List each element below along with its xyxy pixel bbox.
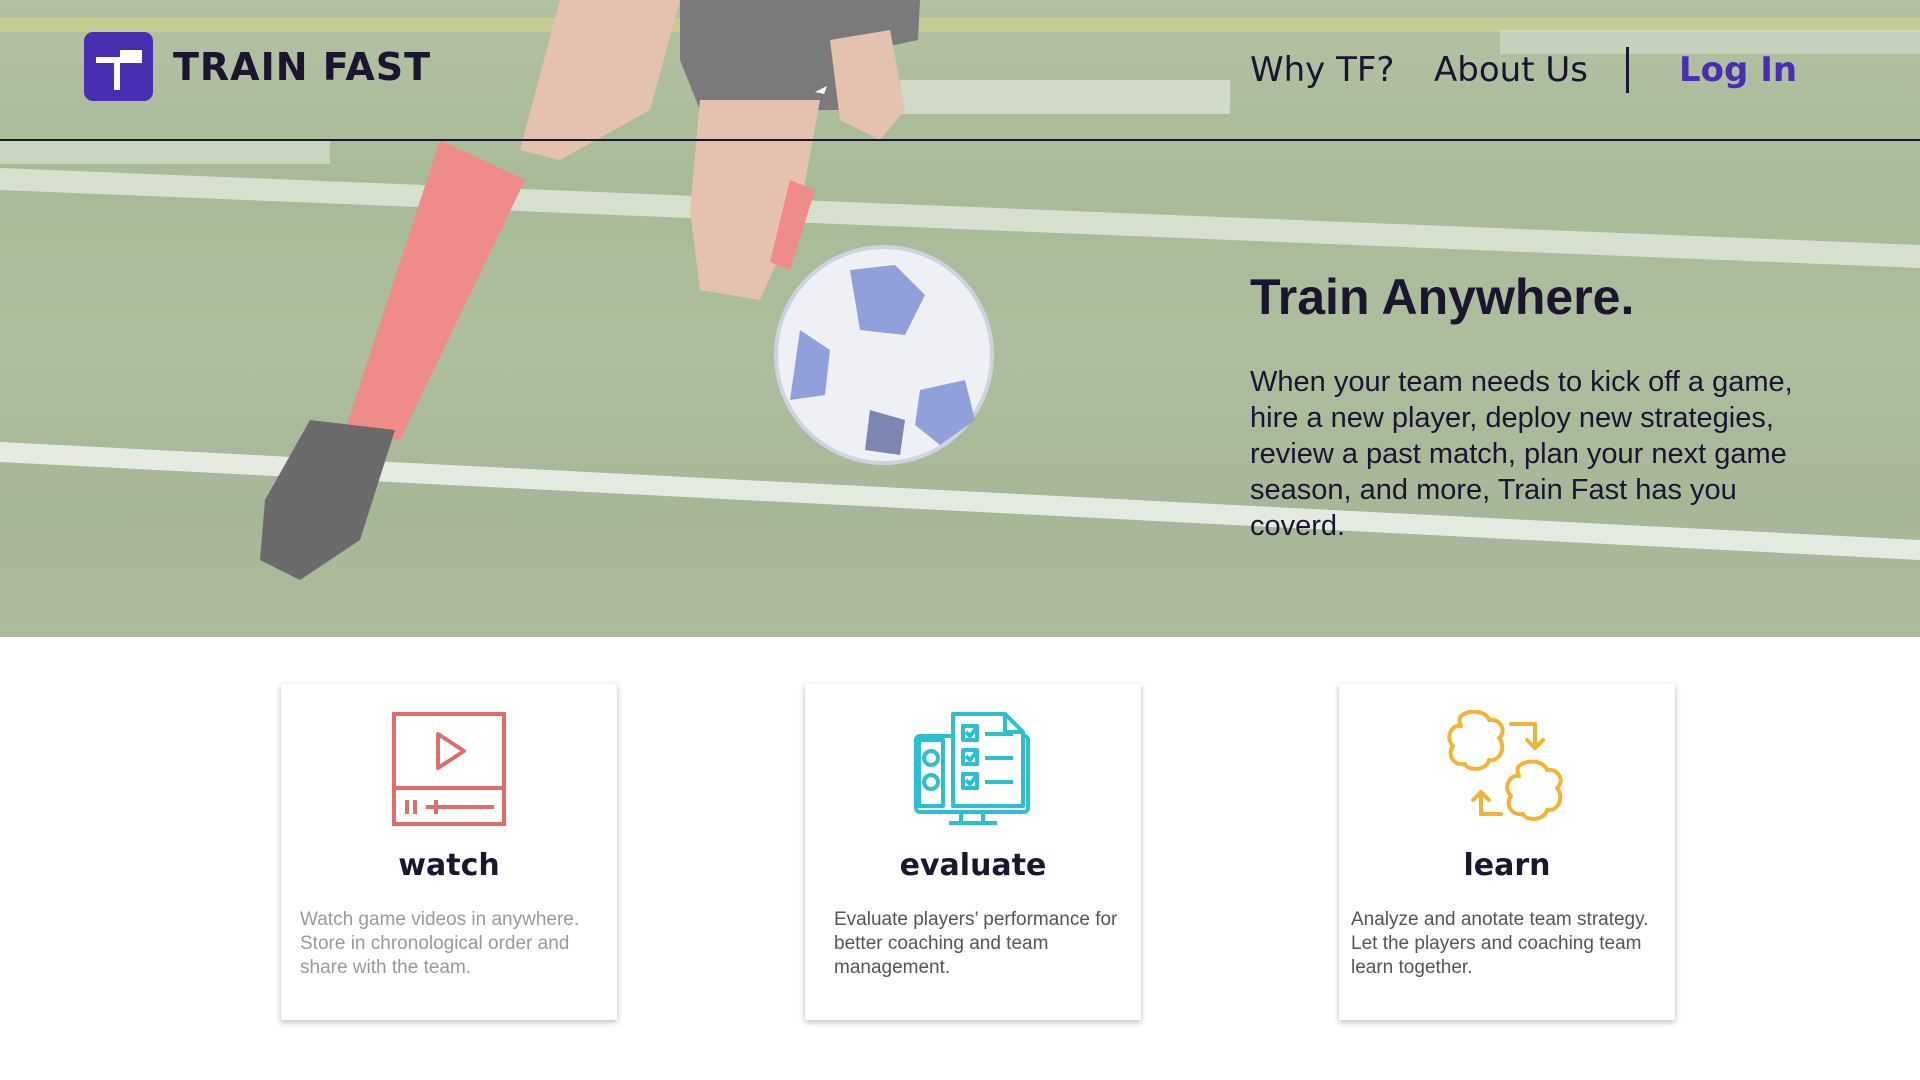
feature-card-evaluate[interactable]: evaluate Evaluate players’ performance f… xyxy=(805,684,1141,1020)
feature-description: Analyze and anotate team strategy. Let t… xyxy=(1351,909,1649,978)
feature-title: learn xyxy=(1463,848,1551,883)
evaluation-checklist-icon xyxy=(805,710,1141,828)
feature-title: watch xyxy=(398,848,500,883)
feature-card-watch[interactable]: watch Watch game videos in anywhere. Sto… xyxy=(281,684,617,1020)
video-player-icon xyxy=(281,710,617,828)
brand-logo[interactable]: TRAIN FAST xyxy=(84,32,431,101)
feature-title: evaluate xyxy=(899,848,1047,883)
login-link[interactable]: Log In xyxy=(1679,50,1797,90)
brain-exchange-icon xyxy=(1339,710,1675,828)
nav-link-why-tf[interactable]: Why TF? xyxy=(1250,50,1394,90)
feature-description: Evaluate players’ performance for better… xyxy=(834,909,1118,978)
nav-link-about-us[interactable]: About Us xyxy=(1434,50,1588,90)
feature-description: Watch game videos in anywhere. Store in … xyxy=(300,909,580,978)
nav-why-tf[interactable]: Why TF? xyxy=(1250,46,1394,94)
nav-login[interactable]: Log In xyxy=(1679,46,1797,94)
hero-description: When your team needs to kick off a game,… xyxy=(1250,366,1793,542)
header-divider xyxy=(0,139,1920,141)
nav-divider xyxy=(1626,47,1629,93)
hero-title: Train Anywhere. xyxy=(1250,269,1635,325)
feature-card-learn[interactable]: learn Analyze and anotate team strategy.… xyxy=(1339,684,1675,1020)
brand-name: TRAIN FAST xyxy=(173,44,432,89)
train-fast-logo-icon xyxy=(84,32,153,101)
nav-about-us[interactable]: About Us xyxy=(1434,46,1588,94)
